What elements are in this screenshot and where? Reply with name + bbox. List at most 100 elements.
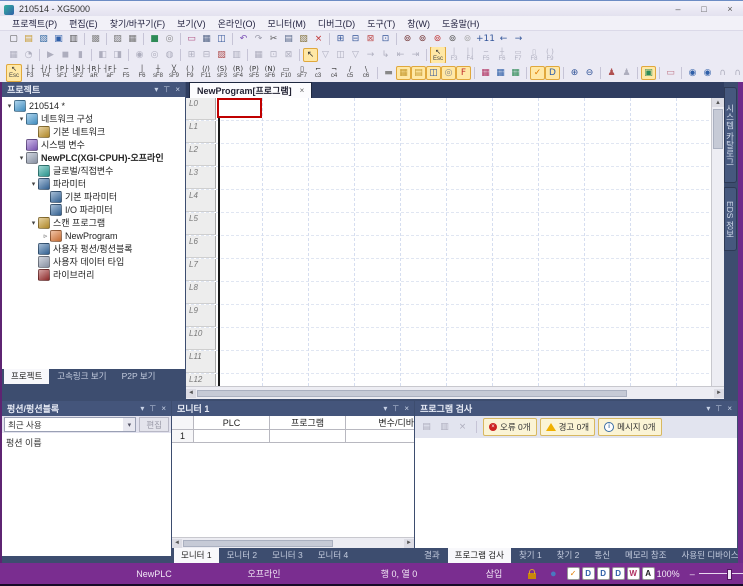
tree-item[interactable]: ▹NewProgram xyxy=(2,229,185,242)
sfc-action-icon[interactable]: ▽ xyxy=(348,48,363,62)
grid-view-icon[interactable]: ▦ xyxy=(251,48,266,62)
function-view-icon[interactable]: F xyxy=(456,66,471,80)
screen-icon[interactable]: ▦ xyxy=(6,48,21,62)
print-preview-icon[interactable]: ▦ xyxy=(125,32,140,46)
ladder-tool-f3[interactable]: ┤├F3 xyxy=(22,64,38,82)
tab-프로그램 검사[interactable]: 프로그램 검사 xyxy=(448,548,511,563)
ladder-tool-af[interactable]: ┤F├aF xyxy=(102,64,118,82)
save-icon[interactable]: ▣ xyxy=(51,32,66,46)
clear-result-icon[interactable]: × xyxy=(455,420,470,434)
menu-item-8[interactable]: 창(W) xyxy=(401,17,436,30)
tree-expander-icon[interactable]: ▾ xyxy=(29,219,38,227)
online-blue1-icon[interactable]: ◉ xyxy=(685,66,700,80)
find-device-icon[interactable]: ⊚ xyxy=(430,32,445,46)
zoom-out-icon[interactable]: ⊖ xyxy=(582,66,597,80)
ladder-tool-f5[interactable]: ─F5 xyxy=(118,64,134,82)
tree-item[interactable]: ▾네트워크 구성 xyxy=(2,112,185,125)
lock2-icon[interactable]: ∩ xyxy=(730,66,743,80)
device-d-icon[interactable]: D xyxy=(545,66,560,80)
sfc-step-icon[interactable]: ▽ xyxy=(318,48,333,62)
recent-use-dropdown[interactable]: 최근 사용 ▾ xyxy=(4,417,136,432)
close-icon[interactable]: × xyxy=(175,85,180,94)
menu-item-6[interactable]: 디버그(D) xyxy=(312,17,361,30)
minimize-button[interactable]: – xyxy=(665,1,691,16)
ladder-tool-c5[interactable]: /c5 xyxy=(342,64,358,82)
tree-item[interactable]: 기본 네트워크 xyxy=(2,125,185,138)
screen-share-icon[interactable]: ◫ xyxy=(214,32,229,46)
menu-item-9[interactable]: 도움말(H) xyxy=(436,17,485,30)
table-blue-icon[interactable]: ▦ xyxy=(493,66,508,80)
ladder-tool-sf5[interactable]: (P)sF5 xyxy=(246,64,262,82)
ladder-tool-esc[interactable]: ↖Esc xyxy=(6,64,22,82)
editor-vscrollbar[interactable]: ▲ xyxy=(711,98,724,386)
function-list[interactable]: 펑션 이름 xyxy=(2,433,171,556)
link-enable-icon[interactable]: ⊞ xyxy=(184,48,199,62)
editor-hscrollbar[interactable]: ◄ ► xyxy=(186,386,724,399)
message-filter-button[interactable]: i 메시지 0개 xyxy=(598,418,661,436)
menu-item-0[interactable]: 프로젝트(P) xyxy=(6,17,63,30)
monitor-hscrollbar[interactable]: ◄ ► xyxy=(172,537,414,548)
tree-item[interactable]: 사용자 펑션/펑션블록 xyxy=(2,242,185,255)
tab-고속링크 보기[interactable]: 고속링크 보기 xyxy=(50,369,113,384)
open-project-icon[interactable]: ▤ xyxy=(21,32,36,46)
monitor-green-icon[interactable]: ▣ xyxy=(641,66,656,80)
scroll-right-icon[interactable]: ► xyxy=(714,389,724,398)
tree-item[interactable]: 라이브러리 xyxy=(2,268,185,281)
tree-item[interactable]: 글로벌/직접변수 xyxy=(2,164,185,177)
close-icon[interactable]: × xyxy=(161,404,166,413)
ladder-tool-f4[interactable]: ││F4 xyxy=(462,47,478,63)
tree-expander-icon[interactable]: ▾ xyxy=(17,154,26,162)
online-blue2-icon[interactable]: ◉ xyxy=(700,66,715,80)
variable-view-icon[interactable]: ▦ xyxy=(396,66,411,80)
zoom-slider[interactable] xyxy=(699,573,743,574)
ladder-tool-f11[interactable]: (/)F11 xyxy=(198,64,214,82)
ladder-tool-f10[interactable]: ▭F10 xyxy=(278,64,294,82)
delete-icon[interactable]: × xyxy=(311,32,326,46)
delete-line-icon[interactable]: ⊡ xyxy=(378,32,393,46)
close-button[interactable]: × xyxy=(717,1,743,16)
tab-close-icon[interactable]: × xyxy=(300,86,305,95)
run-icon[interactable]: ▶ xyxy=(43,48,58,62)
open-from-plc-icon[interactable]: ▧ xyxy=(36,32,51,46)
paste-icon[interactable]: ▧ xyxy=(296,32,311,46)
new-file-icon[interactable]: ▢ xyxy=(6,32,21,46)
monitor-table[interactable]: PLC프로그램변수/디바이스1 xyxy=(172,416,414,537)
write-plc-icon[interactable]: ◧ xyxy=(95,48,110,62)
redo-icon[interactable]: ↷ xyxy=(251,32,266,46)
ladder-rung[interactable]: L1 xyxy=(186,121,724,144)
save-result-icon[interactable]: ▤ xyxy=(419,420,434,434)
scroll-thumb[interactable] xyxy=(183,540,333,547)
scroll-thumb[interactable] xyxy=(713,109,723,149)
ladder-rung[interactable]: L12 xyxy=(186,374,724,386)
monitor-mode-icon[interactable]: ◍ xyxy=(162,48,177,62)
tab-모니터 4[interactable]: 모니터 4 xyxy=(311,548,356,563)
tree-item[interactable]: ▾210514 * xyxy=(2,99,185,112)
monitor-cell[interactable] xyxy=(194,430,270,443)
open-result-icon[interactable]: ▥ xyxy=(437,420,452,434)
users-icon[interactable]: ▦ xyxy=(199,32,214,46)
warning-filter-button[interactable]: 경고 0개 xyxy=(540,418,596,436)
tree-item[interactable]: I/O 파라미터 xyxy=(2,203,185,216)
paste-special-icon[interactable]: ▩ xyxy=(88,32,103,46)
message-icon[interactable]: ▭ xyxy=(184,32,199,46)
close-icon[interactable]: × xyxy=(404,404,409,413)
read-plc-icon[interactable]: ◨ xyxy=(110,48,125,62)
ladder-tool-sf9[interactable]: ╳sF9 xyxy=(166,64,182,82)
ladder-tool-sf6[interactable]: (N)sF6 xyxy=(262,64,278,82)
insert-line-icon[interactable]: ⊠ xyxy=(363,32,378,46)
sfc-right-icon[interactable]: ⇥ xyxy=(408,48,423,62)
monitor-start-icon[interactable]: ◉ xyxy=(132,48,147,62)
side-tab-1[interactable]: EDS 정보 xyxy=(724,187,737,251)
plc-info-icon[interactable]: ▥ xyxy=(229,48,244,62)
pin-icon[interactable]: ⊤ xyxy=(715,404,722,413)
menu-item-5[interactable]: 모니터(M) xyxy=(262,17,312,30)
ladder-grid[interactable]: L12L11L10L9L8L7L6L5L4L3L2L1L0 ▲ xyxy=(186,98,724,386)
ladder-tool-esc[interactable]: ↖Esc xyxy=(430,47,446,63)
ladder-rung[interactable]: L11 xyxy=(186,351,724,374)
forward-icon[interactable]: → xyxy=(511,32,526,46)
user-red-icon[interactable]: ♟ xyxy=(604,66,619,80)
monitor-row[interactable]: 1 xyxy=(172,430,414,443)
ladder-tool-ar[interactable]: ┤R├aR xyxy=(86,64,102,82)
cd-icon[interactable]: ◎ xyxy=(162,32,177,46)
ladder-tool-c4[interactable]: ¬c4 xyxy=(326,64,342,82)
